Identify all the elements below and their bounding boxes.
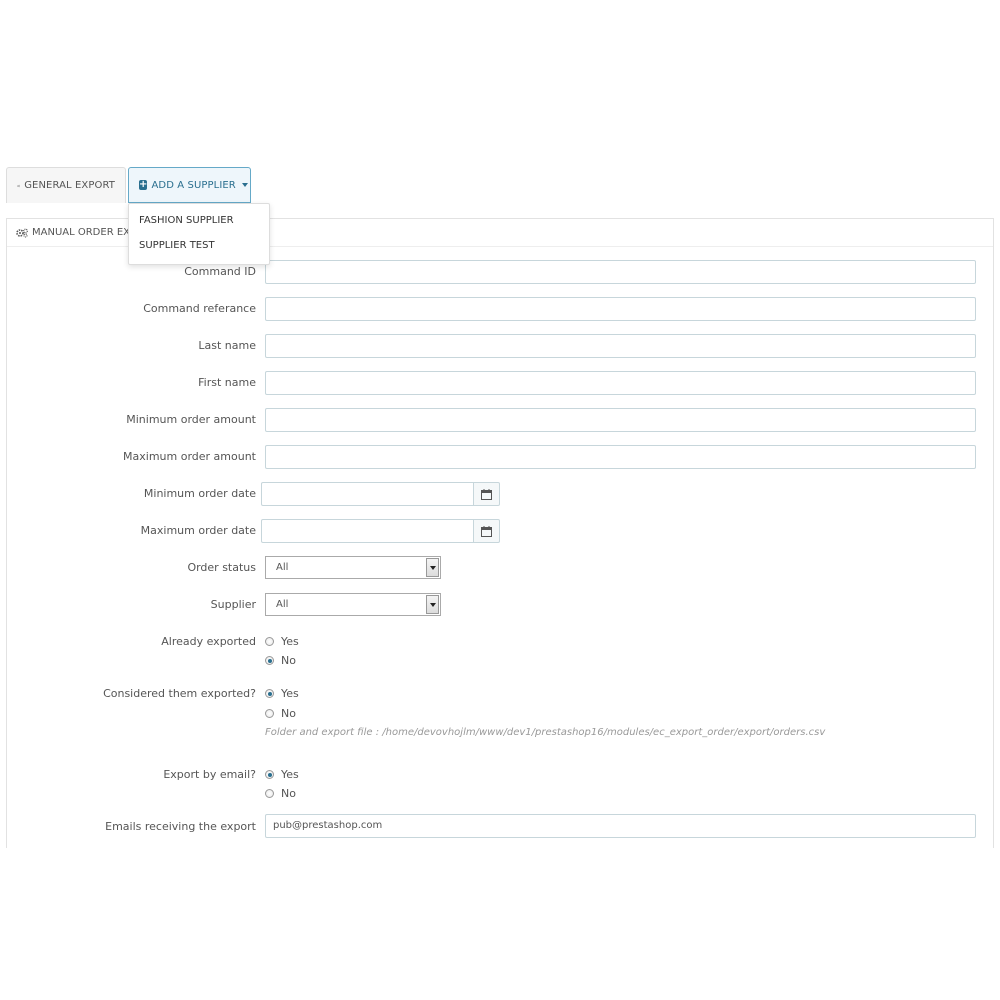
- emails-label: Emails receiving the export: [105, 820, 256, 833]
- radio-checked-icon[interactable]: [265, 656, 274, 665]
- max-amount-label: Maximum order amount: [123, 450, 256, 463]
- chevron-down-icon: [426, 558, 439, 577]
- supplier-dropdown-menu: FASHION SUPPLIER SUPPLIER TEST: [128, 203, 270, 265]
- export-file-help-text: Folder and export file : /home/devovhojl…: [265, 727, 826, 738]
- tab-general-export-label: GENERAL EXPORT: [24, 180, 115, 191]
- radio-checked-icon[interactable]: [265, 689, 274, 698]
- plus-square-icon: +: [139, 179, 148, 190]
- dropdown-item-fashion-supplier[interactable]: FASHION SUPPLIER: [139, 215, 234, 226]
- radio-icon[interactable]: [265, 789, 274, 798]
- tab-add-supplier-label: ADD A SUPPLIER: [151, 179, 236, 191]
- export-email-no[interactable]: No: [265, 787, 296, 800]
- radio-label: Yes: [281, 768, 299, 781]
- min-date-input[interactable]: [261, 482, 474, 506]
- emails-input[interactable]: pub@prestashop.com: [265, 814, 976, 838]
- radio-label: Yes: [281, 635, 299, 648]
- radio-icon[interactable]: [265, 709, 274, 718]
- last-name-label: Last name: [198, 339, 256, 352]
- order-status-label: Order status: [187, 561, 256, 574]
- radio-icon[interactable]: [265, 637, 274, 646]
- considered-exported-yes[interactable]: Yes: [265, 687, 299, 700]
- radio-label: No: [281, 787, 296, 800]
- export-email-label: Export by email?: [163, 768, 256, 781]
- order-status-select[interactable]: All: [265, 556, 441, 579]
- radio-label: No: [281, 707, 296, 720]
- tab-add-supplier[interactable]: + ADD A SUPPLIER: [128, 167, 251, 203]
- min-date-calendar-button[interactable]: [474, 482, 500, 506]
- tab-general-export[interactable]: GENERAL EXPORT: [6, 167, 126, 203]
- supplier-value: All: [276, 599, 289, 610]
- command-id-input[interactable]: [265, 260, 976, 284]
- considered-exported-no[interactable]: No: [265, 707, 296, 720]
- supplier-label: Supplier: [210, 598, 256, 611]
- radio-label: No: [281, 654, 296, 667]
- supplier-select[interactable]: All: [265, 593, 441, 616]
- command-id-label: Command ID: [184, 265, 256, 278]
- max-date-input[interactable]: [261, 519, 474, 543]
- first-name-input[interactable]: [265, 371, 976, 395]
- command-reference-label: Command referance: [143, 302, 256, 315]
- min-amount-label: Minimum order amount: [126, 413, 256, 426]
- calendar-icon: [481, 488, 492, 500]
- max-date-calendar-button[interactable]: [474, 519, 500, 543]
- dropdown-item-supplier-test[interactable]: SUPPLIER TEST: [139, 240, 215, 251]
- export-email-yes[interactable]: Yes: [265, 768, 299, 781]
- command-reference-input[interactable]: [265, 297, 976, 321]
- gears-icon: [17, 184, 21, 187]
- first-name-label: First name: [198, 376, 256, 389]
- considered-exported-label: Considered them exported?: [103, 687, 256, 700]
- already-exported-label: Already exported: [161, 635, 256, 648]
- min-date-label: Minimum order date: [143, 487, 256, 500]
- chevron-down-icon: [426, 595, 439, 614]
- order-status-value: All: [276, 562, 289, 573]
- max-date-label: Maximum order date: [140, 524, 256, 537]
- radio-label: Yes: [281, 687, 299, 700]
- last-name-input[interactable]: [265, 334, 976, 358]
- already-exported-yes[interactable]: Yes: [265, 635, 299, 648]
- already-exported-no[interactable]: No: [265, 654, 296, 667]
- calendar-icon: [481, 525, 492, 537]
- max-amount-input[interactable]: [265, 445, 976, 469]
- caret-down-icon: [241, 183, 248, 187]
- gears-icon: [16, 228, 28, 238]
- radio-checked-icon[interactable]: [265, 770, 274, 779]
- min-amount-input[interactable]: [265, 408, 976, 432]
